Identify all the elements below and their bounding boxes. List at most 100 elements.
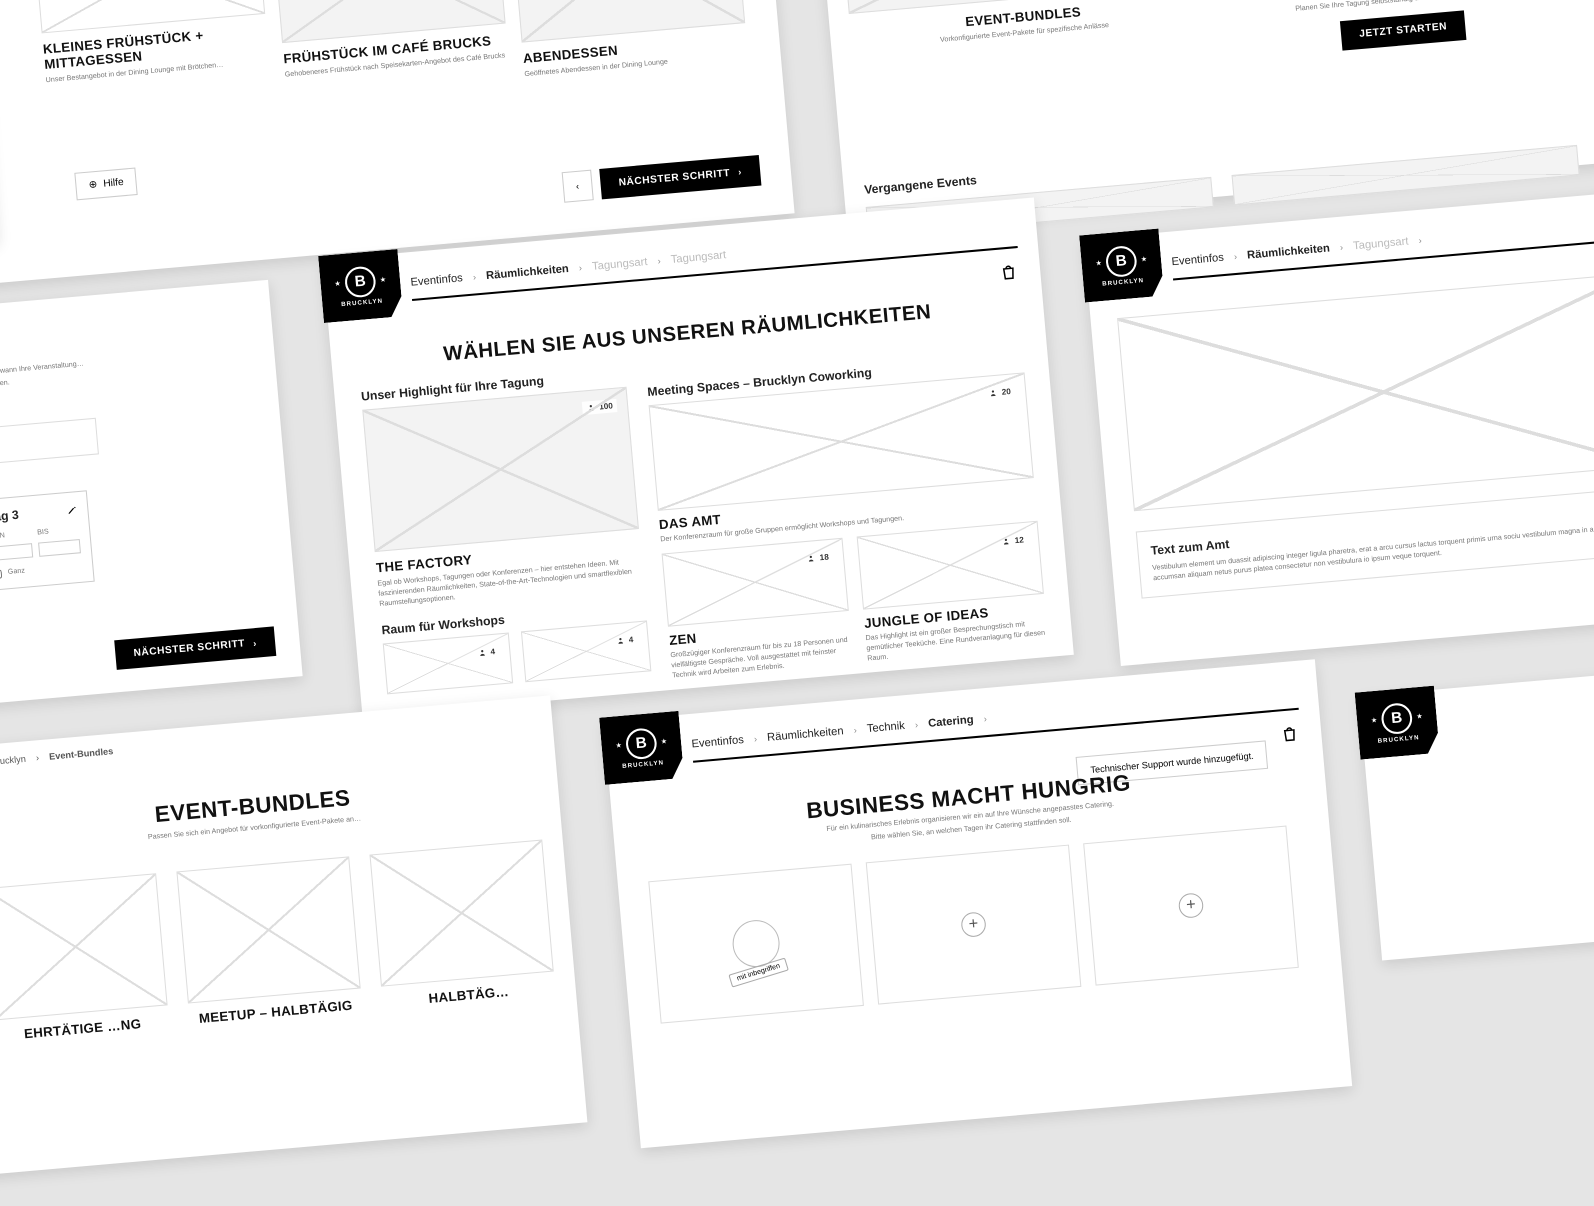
chevron-right-icon: › xyxy=(578,263,582,273)
bundle-card-3[interactable]: HALBTÄG… xyxy=(369,839,555,1010)
next-step-button[interactable]: NÄCHSTER SCHRITT › xyxy=(599,155,761,199)
next-label: NÄCHSTER SCHRITT xyxy=(618,167,730,188)
logo-text: BRUCKLYN xyxy=(1377,735,1419,745)
brand-logo[interactable]: B BRUCKLYN xyxy=(1355,686,1440,760)
capacity-value: 18 xyxy=(819,552,829,562)
person-icon xyxy=(586,403,596,413)
logo-text: BRUCKLYN xyxy=(341,298,383,308)
time-to-input[interactable] xyxy=(38,539,81,557)
catering-day-card-included[interactable]: mit inbegriffen xyxy=(648,864,864,1024)
chevron-right-icon: › xyxy=(35,752,39,762)
day-label: Tag 3 xyxy=(0,507,19,524)
crumb-eventinfos[interactable]: Eventinfos xyxy=(691,734,744,751)
image-placeholder: 4 xyxy=(383,632,513,694)
catering-card-small-breakfast[interactable]: KLEINES FRÜHSTÜCK + MITTAGESSEN Unser Be… xyxy=(33,0,273,122)
capacity-value: 12 xyxy=(1014,535,1024,545)
logo-text: BRUCKLYN xyxy=(622,760,664,770)
room-card-factory[interactable]: 100 THE FACTORY Egal ob Workshops, Tagun… xyxy=(362,387,644,610)
chevron-right-icon: › xyxy=(1418,235,1422,245)
help-label: Hilfe xyxy=(103,177,124,190)
chevron-right-icon: › xyxy=(657,256,661,266)
image-placeholder xyxy=(176,856,360,1003)
chevron-right-icon: › xyxy=(738,167,742,177)
room-card-workshop-1[interactable]: 4 xyxy=(383,632,513,694)
frame-sliver-bottom-right: B BRUCKLYN xyxy=(1359,668,1594,961)
edit-icon[interactable] xyxy=(67,504,78,515)
help-button[interactable]: ⊕ Hilfe xyxy=(74,168,138,201)
chevron-right-icon: › xyxy=(253,638,257,648)
chevron-right-icon: › xyxy=(472,272,476,282)
capacity-value: 4 xyxy=(490,647,495,657)
logo-icon: B xyxy=(625,727,658,760)
cart-icon[interactable] xyxy=(1280,724,1300,744)
logo-text: BRUCKLYN xyxy=(1102,277,1144,287)
fullday-checkbox[interactable] xyxy=(0,569,2,579)
start-label: JETZT STARTEN xyxy=(1359,21,1448,40)
person-icon xyxy=(477,648,487,658)
past-events-heading: Vergangene Events xyxy=(864,173,978,197)
start-button[interactable]: JETZT STARTEN xyxy=(1340,10,1467,50)
image-placeholder xyxy=(369,839,553,986)
time-from-input[interactable] xyxy=(0,543,33,561)
room-card-zen[interactable]: 18 ZEN Großzügiger Konferenzraum für bis… xyxy=(662,538,854,681)
catering-day-card-add-1[interactable]: + xyxy=(866,845,1082,1005)
plus-icon: + xyxy=(1178,892,1205,919)
hero-image-placeholder xyxy=(1117,273,1594,511)
crumb-rooms[interactable]: Räumlichkeiten xyxy=(1247,242,1331,261)
bundle-card-2[interactable]: MEETUP – HALBTÄGIG xyxy=(176,856,362,1027)
capacity-badge: 4 xyxy=(611,633,638,648)
crumb-prev[interactable]: …s im Brucklyn xyxy=(0,754,26,770)
dashboard-card-bundles[interactable]: EVENT-BUNDLES Vorkonfigurierte Event-Pak… xyxy=(837,0,1201,93)
to-label: BIS xyxy=(37,525,80,539)
day-card[interactable]: Tag 3 VON BIS Ganz xyxy=(0,490,95,591)
next-label: NÄCHSTER SCHRITT xyxy=(133,638,245,659)
chevron-right-icon: › xyxy=(753,734,757,744)
person-icon xyxy=(1001,536,1011,546)
room-card-jungle[interactable]: 12 JUNGLE OF IDEAS Das Highlight ist ein… xyxy=(857,521,1049,664)
frame-room-detail: B BRUCKLYN Eventinfos › Räumlichkeiten ›… xyxy=(1084,189,1594,666)
chevron-left-icon: ‹ xyxy=(576,181,580,191)
logo-icon: B xyxy=(1380,702,1413,735)
logo-icon: B xyxy=(1105,244,1138,277)
brand-logo[interactable]: B BRUCKLYN xyxy=(1079,229,1164,303)
image-placeholder: 12 xyxy=(857,521,1044,610)
frame-catering: B BRUCKLYN Eventinfos › Räumlichkeiten ›… xyxy=(604,659,1353,1148)
frame-dashboard: EVENT-BUNDLES Vorkonfigurierte Event-Pak… xyxy=(815,0,1594,229)
catering-day-card-add-2[interactable]: + xyxy=(1083,826,1299,986)
chevron-right-icon: › xyxy=(1233,251,1237,261)
dashboard-card-konfigurator[interactable]: TAGUNGS-KONFIGURATOR Planen Sie Ihre Tag… xyxy=(1213,0,1577,60)
person-icon xyxy=(615,636,625,646)
capacity-value: 4 xyxy=(628,635,633,645)
crumb-eventinfos[interactable]: Eventinfos xyxy=(410,272,463,289)
chevron-right-icon: › xyxy=(983,714,987,724)
crumb-catering[interactable]: Catering xyxy=(928,714,974,730)
capacity-value: 20 xyxy=(1001,387,1011,397)
plus-icon: + xyxy=(960,911,987,938)
brand-logo[interactable]: B BRUCKLYN xyxy=(318,249,403,323)
cart-icon[interactable] xyxy=(999,262,1019,282)
crumb-current[interactable]: Event-Bundles xyxy=(49,746,114,762)
capacity-badge: 12 xyxy=(997,533,1029,549)
help-icon: ⊕ xyxy=(88,179,98,191)
frame-event-bundles: …s im Brucklyn › Event-Bundles EVENT-BUN… xyxy=(0,695,587,1175)
capacity-badge: 18 xyxy=(802,550,834,566)
crumb-technik[interactable]: Technik xyxy=(866,720,905,736)
image-placeholder xyxy=(0,873,168,1020)
next-step-button[interactable]: NÄCHSTER SCHRITT › xyxy=(114,626,276,669)
crumb-eventinfos[interactable]: Eventinfos xyxy=(1171,252,1224,269)
chevron-right-icon: › xyxy=(1339,242,1343,252)
crumb-rooms[interactable]: Räumlichkeiten xyxy=(767,725,844,744)
room-card-amt[interactable]: 20 DAS AMT Der Konferenzraum für große G… xyxy=(649,372,1037,545)
catering-card-dinner[interactable]: ABENDESSEN Geöffnetes Abendessen in der … xyxy=(508,0,748,80)
bundle-card-1[interactable]: EHRTÄTIGE …NG xyxy=(0,873,170,1044)
brand-logo[interactable]: B BRUCKLYN xyxy=(599,711,684,785)
frame-zeitplan: SPLAN …bitte sagen Sie uns, wann Ihre Ve… xyxy=(0,280,303,708)
bundle-title: EHRTÄTIGE …NG xyxy=(0,1013,170,1043)
catering-card-cafe-brucks[interactable]: FRÜHSTÜCK IM CAFÉ BRUCKS Gehobeneres Frü… xyxy=(271,0,511,101)
person-icon xyxy=(806,553,816,563)
crumb-rooms[interactable]: Räumlichkeiten xyxy=(486,263,570,282)
fullday-label: Ganz xyxy=(8,567,26,578)
image-placeholder: 18 xyxy=(662,538,849,627)
back-button[interactable]: ‹ xyxy=(561,170,593,203)
room-card-workshop-2[interactable]: 4 xyxy=(521,620,651,682)
